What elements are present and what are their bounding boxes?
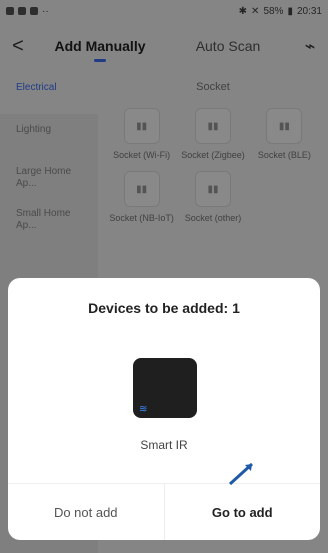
wifi-icon: ≋ — [139, 404, 148, 415]
smart-ir-device-image: ≋ — [133, 358, 197, 418]
devices-to-add-dialog: Devices to be added: 1 ≋ Smart IR Do not… — [8, 278, 320, 540]
go-to-add-button[interactable]: Go to add — [163, 462, 321, 540]
do-not-add-button[interactable]: Do not add — [8, 484, 164, 540]
go-to-add-label: Go to add — [211, 504, 273, 520]
device-name: Smart IR — [140, 438, 188, 452]
pointer-arrow-icon — [228, 462, 254, 486]
dialog-title: Devices to be added: 1 — [88, 300, 240, 316]
app-screen: ·· ✱ ✕ 58% ▮ 20:31 < Add Manually Auto S… — [0, 0, 328, 553]
dialog-footer: Do not add Go to add — [8, 462, 321, 540]
